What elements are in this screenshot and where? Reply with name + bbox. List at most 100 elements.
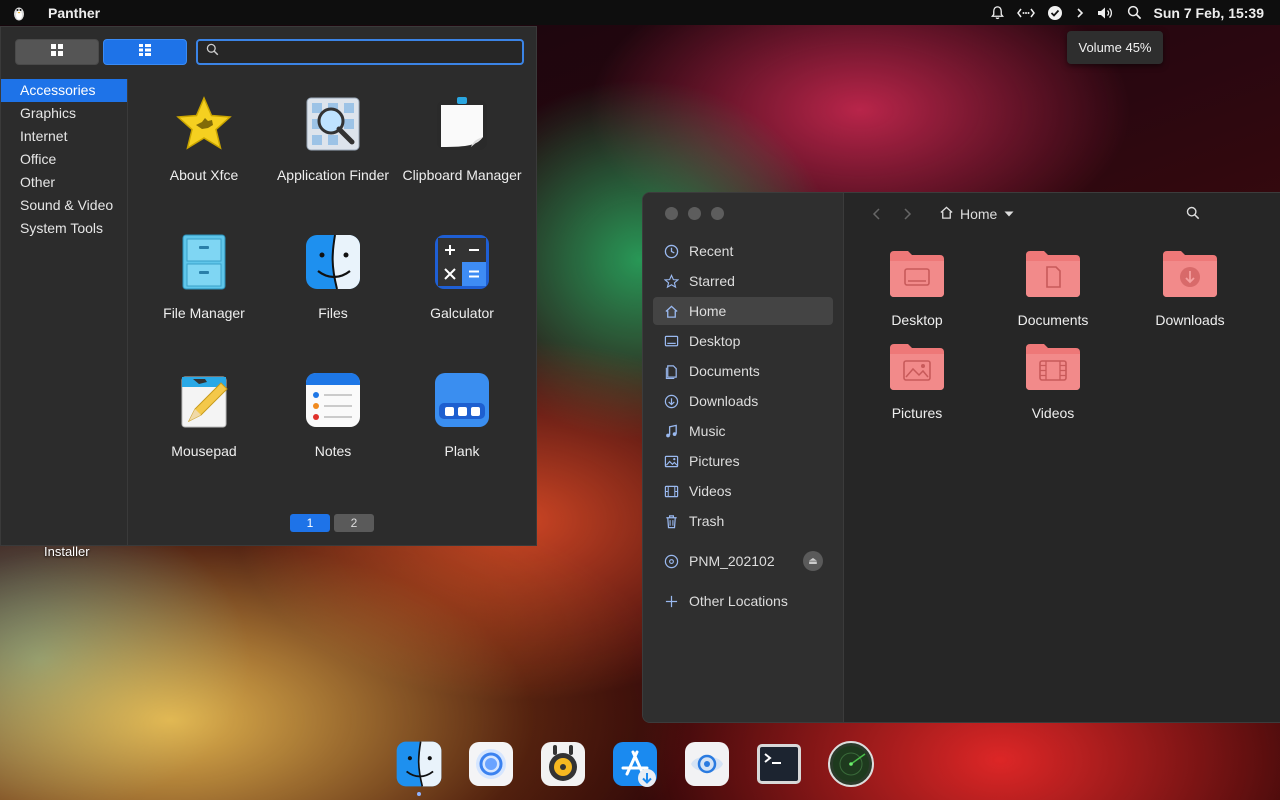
place-videos[interactable]: Videos xyxy=(653,477,833,505)
app-file-manager[interactable]: File Manager xyxy=(139,229,269,349)
download-icon xyxy=(663,393,679,409)
place-music[interactable]: Music xyxy=(653,417,833,445)
trash-icon xyxy=(663,513,679,529)
dock-web-browser[interactable] xyxy=(683,740,731,788)
place-other-locations[interactable]: Other Locations xyxy=(653,587,833,615)
back-button[interactable] xyxy=(865,202,889,226)
desktop-installer-label[interactable]: Installer xyxy=(44,544,90,559)
forward-button[interactable] xyxy=(895,202,919,226)
app-plank[interactable]: Plank xyxy=(397,367,527,487)
folder-downloads[interactable]: Downloads xyxy=(1130,249,1250,328)
chevron-down-icon xyxy=(1003,206,1015,222)
app-label: Mousepad xyxy=(171,443,237,459)
app-files[interactable]: Files xyxy=(268,229,398,349)
file-cabinet-icon xyxy=(175,233,233,291)
page-button-1[interactable]: 1 xyxy=(290,514,330,532)
place-pictures[interactable]: Pictures xyxy=(653,447,833,475)
app-notes[interactable]: Notes xyxy=(268,367,398,487)
place-label: Videos xyxy=(689,483,732,499)
minimize-window-button[interactable] xyxy=(688,207,701,220)
app-application-finder[interactable]: Application Finder xyxy=(268,91,398,211)
application-menu: Accessories Graphics Internet Office Oth… xyxy=(0,26,537,546)
radar-icon xyxy=(827,741,875,792)
folder-label: Desktop xyxy=(891,312,943,328)
search-button[interactable] xyxy=(1183,205,1203,225)
place-recent[interactable]: Recent xyxy=(653,237,833,265)
app-clipboard-manager[interactable]: Clipboard Manager xyxy=(397,91,527,211)
search-icon xyxy=(1186,206,1200,225)
menu-search-field[interactable] xyxy=(196,39,524,65)
category-graphics[interactable]: Graphics xyxy=(1,102,127,125)
category-sound-video[interactable]: Sound & Video xyxy=(1,194,127,217)
app-galculator[interactable]: Galculator xyxy=(397,229,527,349)
path-bar[interactable]: Home xyxy=(939,205,1015,223)
search-icon xyxy=(206,43,219,61)
category-other[interactable]: Other xyxy=(1,171,127,194)
calculator-icon xyxy=(433,233,491,291)
dock-terminal[interactable] xyxy=(755,740,803,788)
clock[interactable]: Sun 7 Feb, 15:39 xyxy=(1154,5,1264,21)
place-label: Music xyxy=(689,423,726,439)
dock-music-player[interactable] xyxy=(539,740,587,788)
place-home[interactable]: Home xyxy=(653,297,833,325)
folder-desktop[interactable]: Desktop xyxy=(857,249,977,328)
clock-icon xyxy=(663,243,679,259)
place-label: Recent xyxy=(689,243,734,259)
document-icon xyxy=(663,363,679,379)
search-icon[interactable] xyxy=(1127,5,1142,20)
app-label: Galculator xyxy=(430,305,494,321)
dock-app-store[interactable] xyxy=(611,740,659,788)
folder-videos[interactable]: Videos xyxy=(993,342,1113,421)
video-icon xyxy=(663,483,679,499)
check-circle-icon[interactable] xyxy=(1047,5,1063,21)
eject-icon[interactable]: ⏏ xyxy=(803,551,823,571)
dock-finder[interactable] xyxy=(395,740,443,796)
music-player-icon xyxy=(539,742,587,792)
clipboard-icon xyxy=(433,95,491,153)
place-device-pnm[interactable]: PNM_202102 ⏏ xyxy=(653,547,833,575)
path-label: Home xyxy=(960,206,998,222)
app-mousepad[interactable]: Mousepad xyxy=(139,367,269,487)
place-downloads[interactable]: Downloads xyxy=(653,387,833,415)
volume-icon[interactable] xyxy=(1097,6,1115,20)
folder-pictures[interactable]: Pictures xyxy=(857,342,977,421)
app-label: Clipboard Manager xyxy=(402,167,522,183)
penguin-logo-icon[interactable] xyxy=(10,4,28,22)
dock xyxy=(395,734,875,796)
folder-videos-icon xyxy=(1024,342,1082,397)
dock-browser[interactable] xyxy=(467,740,515,788)
folder-downloads-icon xyxy=(1161,249,1219,304)
place-trash[interactable]: Trash xyxy=(653,507,833,535)
app-finder-icon xyxy=(304,95,362,153)
dock-radar[interactable] xyxy=(827,740,875,788)
file-manager-window: Recent Starred Home Desktop Documents Do… xyxy=(642,192,1280,723)
active-app-title[interactable]: Panther xyxy=(48,5,100,21)
app-about-xfce[interactable]: About Xfce xyxy=(139,91,269,211)
category-system-tools[interactable]: System Tools xyxy=(1,217,127,240)
category-internet[interactable]: Internet xyxy=(1,125,127,148)
app-label: Plank xyxy=(444,443,480,459)
category-accessories[interactable]: Accessories xyxy=(1,79,127,102)
bell-icon[interactable] xyxy=(990,5,1005,20)
folder-documents[interactable]: Documents xyxy=(993,249,1113,328)
category-office[interactable]: Office xyxy=(1,148,127,171)
category-view-button[interactable] xyxy=(103,39,187,65)
page-button-2[interactable]: 2 xyxy=(334,514,374,532)
maximize-window-button[interactable] xyxy=(711,207,724,220)
music-icon xyxy=(663,423,679,439)
place-starred[interactable]: Starred xyxy=(653,267,833,295)
menu-search-input[interactable] xyxy=(225,43,509,61)
close-window-button[interactable] xyxy=(665,207,678,220)
place-desktop[interactable]: Desktop xyxy=(653,327,833,355)
web-browser-icon xyxy=(683,742,731,792)
app-label: Application Finder xyxy=(276,167,390,183)
dock-icon xyxy=(433,371,491,429)
disc-icon xyxy=(663,553,679,569)
network-icon[interactable] xyxy=(1016,6,1035,20)
place-label: Documents xyxy=(689,363,760,379)
home-icon xyxy=(663,303,679,319)
place-documents[interactable]: Documents xyxy=(653,357,833,385)
category-list: Accessories Graphics Internet Office Oth… xyxy=(1,79,128,545)
icon-view-button[interactable] xyxy=(15,39,99,65)
chevron-right-icon[interactable] xyxy=(1075,7,1085,19)
